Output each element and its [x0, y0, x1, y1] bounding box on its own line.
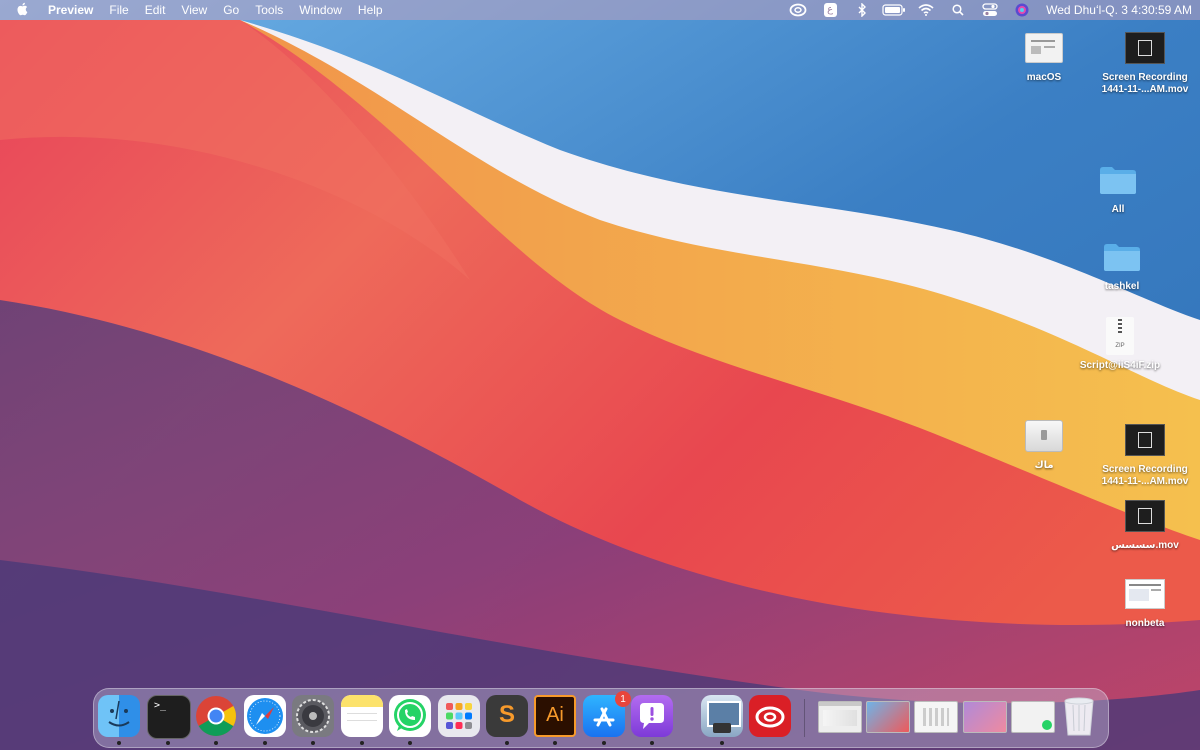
creative-cloud-icon[interactable] [749, 695, 791, 737]
desktop-item-label: Script@iiS4iF.zip [1079, 360, 1161, 371]
finder-icon[interactable] [98, 695, 140, 737]
running-indicator [650, 741, 654, 745]
desktop-item-mac-dmg[interactable]: ماك [999, 414, 1089, 472]
desktop-item-label: nonbeta [1125, 618, 1165, 629]
menu-go[interactable]: Go [215, 3, 247, 17]
desktop-item-video-mov[interactable]: سسسس.mov [1100, 494, 1190, 552]
desktop-item-label: Screen Recording 1441-11-...AM.mov [1101, 464, 1189, 487]
running-indicator [214, 741, 218, 745]
desktop-item-label: All [1111, 204, 1125, 215]
notes-icon[interactable] [341, 695, 383, 737]
desktop-item-label: tashkel [1104, 281, 1140, 292]
apple-icon[interactable] [0, 2, 40, 19]
screenshot-icon [1125, 579, 1165, 609]
sublime-text-icon[interactable]: S [486, 695, 528, 737]
menu-app-name[interactable]: Preview [40, 3, 101, 17]
menu-edit[interactable]: Edit [137, 3, 174, 17]
spotlight-search-icon[interactable] [942, 0, 974, 20]
zip-badge: ZIP [1115, 343, 1125, 349]
running-indicator [311, 741, 315, 745]
control-center-icon[interactable] [974, 0, 1006, 20]
chrome-icon[interactable] [195, 695, 237, 737]
dock-separator [804, 699, 805, 737]
trash-icon[interactable] [1061, 695, 1097, 737]
terminal-glyph: >_ [154, 700, 167, 711]
preview-icon[interactable] [701, 695, 743, 737]
desktop-item-script-zip[interactable]: ZIP Script@iiS4iF.zip [1075, 314, 1165, 372]
input-source-badge: ع [823, 3, 837, 17]
running-indicator [408, 741, 412, 745]
desktop-wallpaper [0, 0, 1200, 750]
document-icon [1025, 33, 1063, 63]
desktop-item-label: macOS [1026, 72, 1062, 83]
desktop-item-macos[interactable]: macOS [999, 26, 1089, 84]
menu-bar: Preview File Edit View Go Tools Window H… [0, 0, 1200, 20]
menu-file[interactable]: File [101, 3, 136, 17]
whatsapp-icon[interactable] [389, 695, 431, 737]
terminal-icon[interactable]: >_ [147, 695, 191, 739]
minimized-window-thumbnail[interactable] [963, 701, 1007, 733]
wifi-icon[interactable] [910, 0, 942, 20]
disk-image-icon [1025, 420, 1063, 452]
running-indicator [263, 741, 267, 745]
desktop-item-screen-recording-2[interactable]: Screen Recording 1441-11-...AM.mov [1100, 418, 1190, 488]
menu-help[interactable]: Help [350, 3, 391, 17]
minimized-window-thumbnail[interactable] [914, 701, 958, 733]
dock: >_ S Ai 1 [93, 688, 1109, 748]
notification-badge: 1 [615, 691, 631, 707]
desktop-item-all[interactable]: All [1073, 158, 1163, 216]
keyboard-input-icon[interactable]: ع [814, 0, 846, 20]
running-indicator [720, 741, 724, 745]
minimized-window-thumbnail[interactable] [1011, 701, 1055, 733]
video-icon [1125, 500, 1165, 532]
menu-window[interactable]: Window [291, 3, 350, 17]
launchpad-icon[interactable] [438, 695, 480, 737]
running-indicator [166, 741, 170, 745]
zip-icon: ZIP [1106, 317, 1134, 355]
safari-icon[interactable] [244, 695, 286, 737]
minimized-window-thumbnail[interactable] [818, 701, 862, 733]
menu-clock[interactable]: Wed Dhuʻl-Q. 3 4:30:59 AM [1038, 3, 1192, 17]
desktop-item-label: Screen Recording 1441-11-...AM.mov [1101, 72, 1189, 95]
desktop-item-label: ماك [1034, 460, 1054, 471]
running-indicator [602, 741, 606, 745]
folder-icon [1104, 244, 1140, 271]
creative-cloud-icon[interactable] [782, 0, 814, 20]
running-indicator [360, 741, 364, 745]
sublime-glyph: S [498, 701, 515, 728]
battery-icon[interactable] [878, 0, 910, 20]
menu-view[interactable]: View [173, 3, 215, 17]
desktop-item-screen-recording-1[interactable]: Screen Recording 1441-11-...AM.mov [1100, 26, 1190, 96]
menu-tools[interactable]: Tools [247, 3, 291, 17]
desktop-item-tashkel[interactable]: tashkel [1077, 235, 1167, 293]
illustrator-icon[interactable]: Ai [534, 695, 576, 737]
bluetooth-icon[interactable] [846, 0, 878, 20]
app-store-icon[interactable]: 1 [583, 691, 631, 737]
running-indicator [505, 741, 509, 745]
siri-icon[interactable] [1006, 0, 1038, 20]
minimized-window-thumbnail[interactable] [866, 701, 910, 733]
video-icon [1125, 424, 1165, 456]
feedback-assistant-icon[interactable] [631, 695, 673, 737]
desktop-item-nonbeta[interactable]: nonbeta [1100, 572, 1190, 630]
video-icon [1125, 32, 1165, 64]
illustrator-glyph: Ai [546, 704, 564, 726]
system-preferences-icon[interactable] [292, 695, 334, 737]
desktop-item-label: سسسس.mov [1111, 540, 1179, 551]
folder-icon [1100, 167, 1136, 194]
running-indicator [553, 741, 557, 745]
running-indicator [117, 741, 121, 745]
